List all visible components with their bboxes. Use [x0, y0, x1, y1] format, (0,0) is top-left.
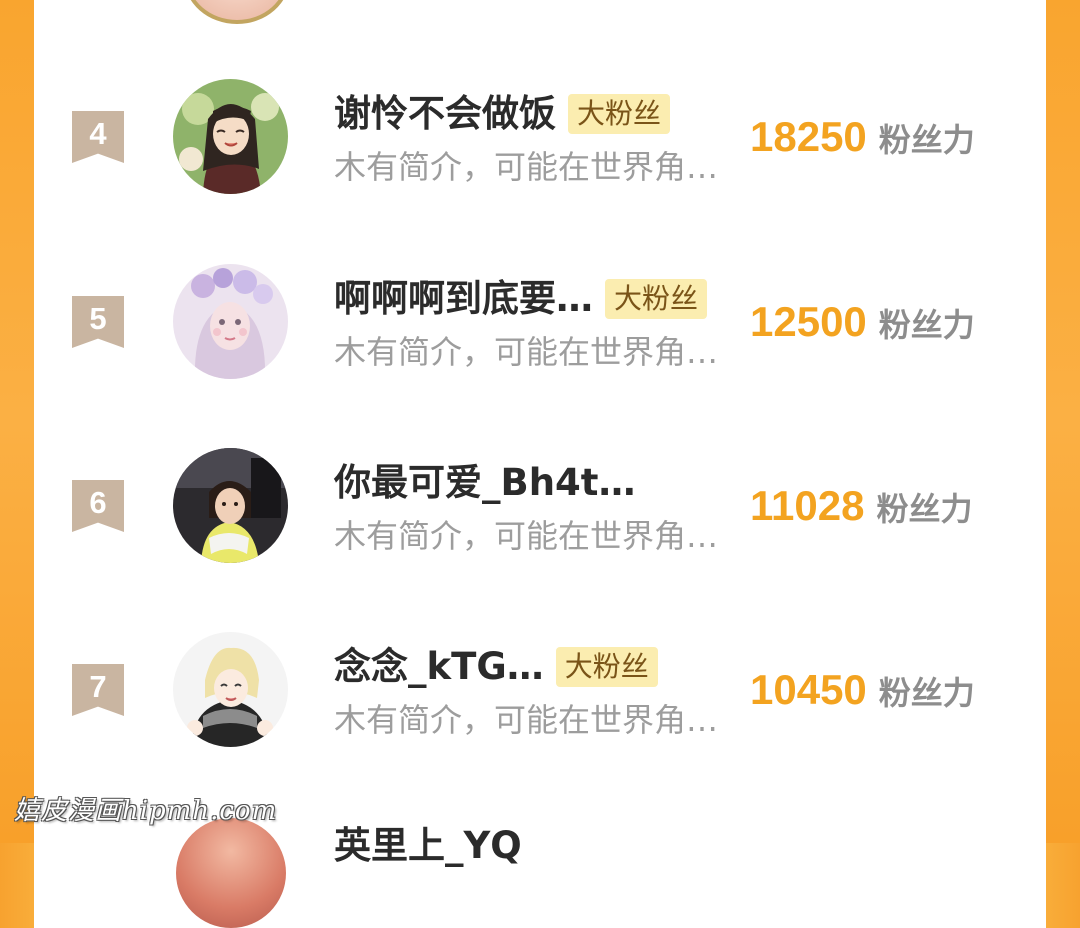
rank-ribbon-icon: 5: [72, 296, 124, 348]
fan-level-badge: 大粉丝: [568, 94, 671, 134]
fan-rank-row-5[interactable]: 5 啊啊啊到底要… 大粉丝 木有简介，可能在世界角… 12500 粉丝力: [0, 262, 1080, 382]
avatar-icon[interactable]: [173, 264, 288, 379]
fan-power-label: 粉丝力: [878, 121, 975, 159]
avatar-icon[interactable]: [173, 79, 288, 194]
fan-rank-row-7[interactable]: 7 念念_kTG… 大粉丝 木有简介，可能在世界角… 10450 粉丝力: [0, 630, 1080, 750]
rank-8-username-partial[interactable]: 英里上_YQ: [334, 822, 522, 870]
fan-rank-row-6[interactable]: 6 你最可爱_Bh4t… 木有简介，可能在世界角… 11028 粉丝力: [0, 446, 1080, 566]
fan-power-score: 12500: [750, 298, 867, 345]
site-watermark: 嬉皮漫画hipmh.com: [14, 796, 278, 826]
username[interactable]: 你最可爱_Bh4t…: [334, 459, 635, 507]
fan-power-label: 粉丝力: [878, 674, 975, 712]
fan-level-badge: 大粉丝: [605, 279, 708, 319]
avatar-icon[interactable]: [173, 632, 288, 747]
fan-power-label: 粉丝力: [878, 306, 975, 344]
fan-power-score: 11028: [750, 482, 865, 529]
user-bio: 木有简介，可能在世界角…: [334, 148, 719, 186]
fan-level-badge: 大粉丝: [555, 647, 658, 687]
username[interactable]: 念念_kTG…: [334, 643, 544, 691]
rank-ribbon-icon: 6: [72, 480, 124, 532]
rank-ribbon-icon: 4: [72, 111, 124, 163]
rank-ribbon-icon: 7: [72, 664, 124, 716]
user-bio: 木有简介，可能在世界角…: [334, 701, 719, 739]
fan-power-score: 10450: [750, 666, 867, 713]
user-bio: 木有简介，可能在世界角…: [334, 517, 719, 555]
user-bio: 木有简介，可能在世界角…: [334, 333, 719, 371]
fan-rank-row-4[interactable]: 4 谢怜不会做饭 大粉丝 木有简介，可能在世界角… 18250 粉丝力: [0, 77, 1080, 197]
avatar-icon[interactable]: [173, 448, 288, 563]
rank-8-avatar-partial[interactable]: [176, 818, 286, 928]
fan-power-label: 粉丝力: [876, 490, 973, 528]
username[interactable]: 谢怜不会做饭: [334, 90, 556, 138]
fan-power-score: 18250: [750, 113, 867, 160]
username[interactable]: 啊啊啊到底要…: [334, 275, 593, 323]
